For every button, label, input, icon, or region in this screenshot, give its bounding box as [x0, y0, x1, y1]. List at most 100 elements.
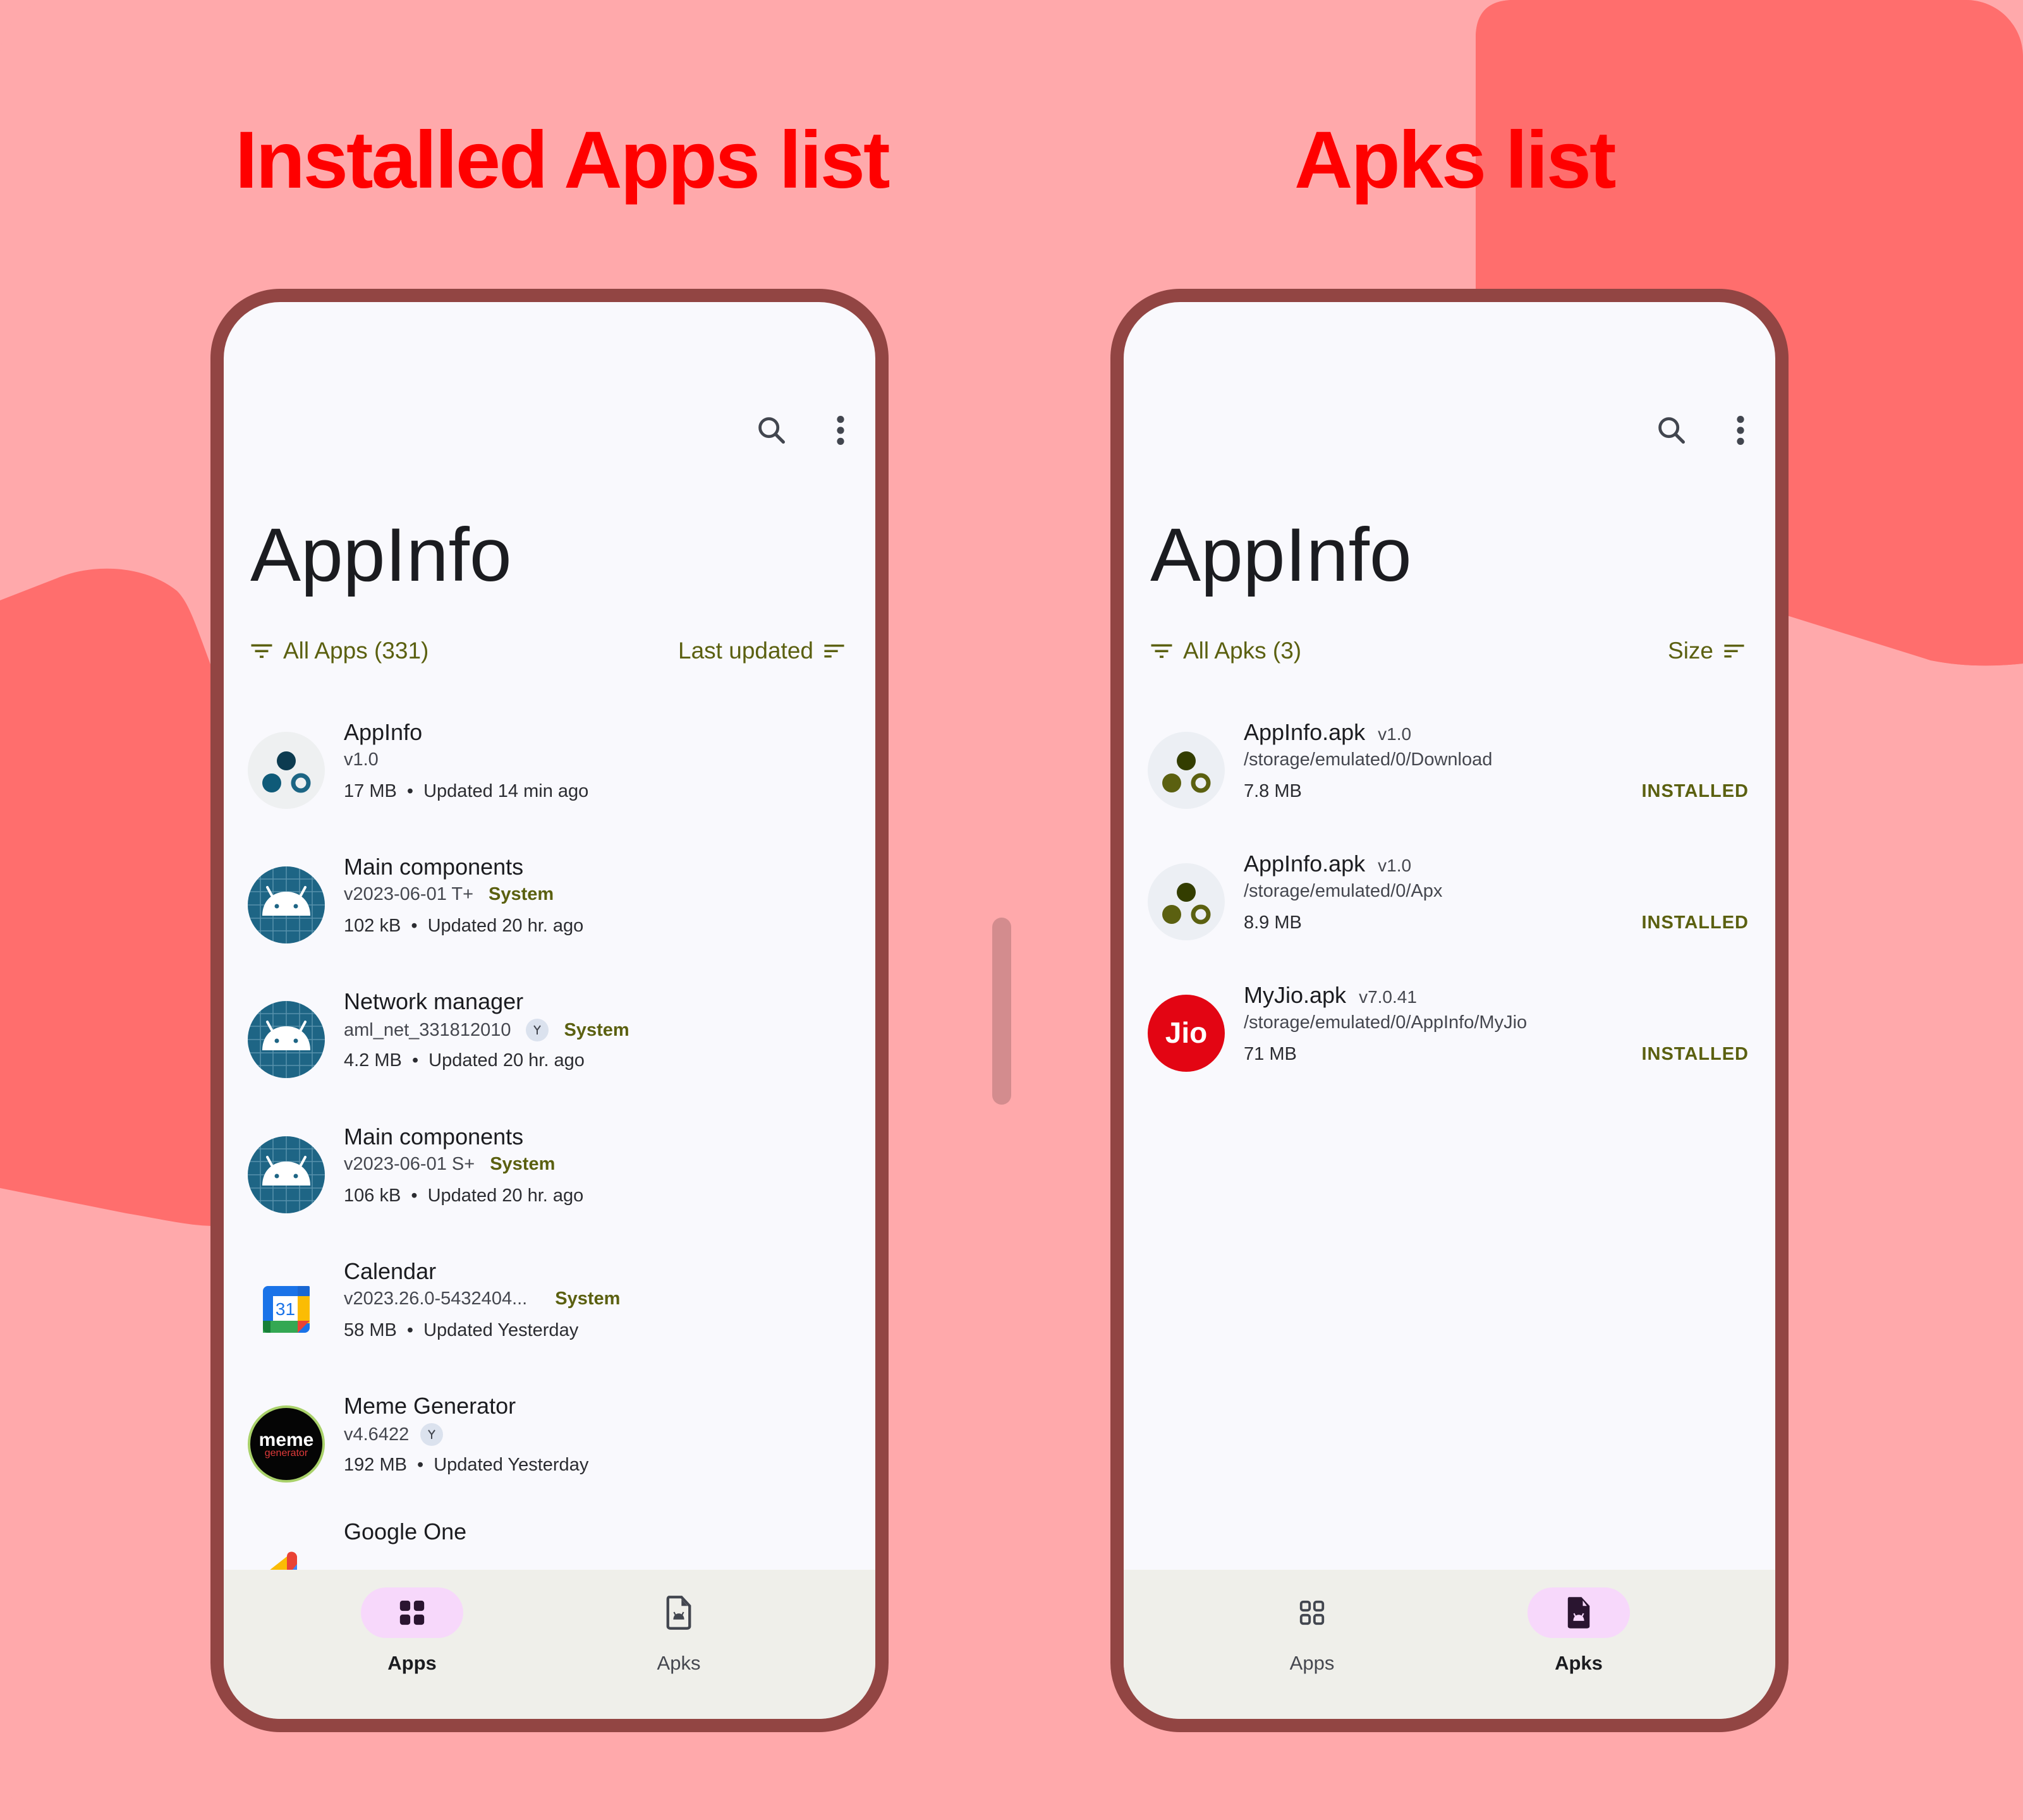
app-version: v2023-06-01 S+ [344, 1154, 475, 1174]
apk-size: 71 MB [1244, 1044, 1297, 1064]
meme-generator-icon: meme generator [248, 1405, 325, 1483]
nav-tab-apks[interactable]: Apks [1484, 1587, 1674, 1701]
sort-button[interactable]: Size [1668, 638, 1745, 664]
apk-name: AppInfo.apk [1244, 719, 1366, 745]
split-apk-badge [526, 1019, 549, 1041]
meta-separator: • [411, 1050, 419, 1071]
nav-label: Apks [657, 1652, 701, 1674]
svg-text:31: 31 [276, 1299, 295, 1319]
install-status: INSTALLED [1641, 1044, 1749, 1064]
nav-tab-apks[interactable]: Apks [584, 1587, 774, 1701]
search-icon [758, 417, 786, 444]
apk-version: v7.0.41 [1359, 987, 1417, 1007]
phone-installed-apps: AppInfo All Apps (331) Last updated AppI… [210, 289, 889, 1732]
app-updated: Updated 20 hr. ago [427, 1186, 584, 1206]
app-updated: Updated 14 min ago [423, 781, 589, 801]
android-icon [248, 1001, 325, 1078]
nav-label: Apps [1289, 1652, 1335, 1674]
app-version-line: v4.6422 [344, 1423, 444, 1446]
app-meta-line: 4.2 MB • Updated 20 hr. ago [344, 1050, 585, 1071]
app-list-item[interactable]: Network manager aml_net_331812010 System… [224, 988, 875, 1136]
nav-label: Apps [387, 1652, 437, 1674]
nav-tab-apps[interactable]: Apps [1217, 1587, 1407, 1701]
apk-list-item[interactable]: AppInfo.apk v1.0 /storage/emulated/0/Apx … [1124, 851, 1775, 998]
app-name: Main components [344, 1124, 524, 1150]
app-updated: Updated Yesterday [423, 1320, 579, 1340]
heading-apks: Apks list [1294, 115, 1616, 205]
app-meta-line: 192 MB • Updated Yesterday [344, 1455, 588, 1476]
nav-indicator [628, 1587, 730, 1638]
nav-tab-apps[interactable]: Apps [317, 1587, 507, 1701]
app-title: AppInfo [250, 513, 512, 597]
app-version: aml_net_331812010 [344, 1019, 511, 1040]
android-icon [248, 866, 325, 943]
app-meta-line: 58 MB • Updated Yesterday [344, 1320, 578, 1341]
svg-text:Jio: Jio [1165, 1016, 1207, 1049]
system-badge: System [555, 1289, 621, 1309]
bottom-navigation: Apps Apks [1124, 1570, 1775, 1719]
app-version: v2023-06-01 T+ [344, 884, 474, 904]
app-list-item[interactable]: 31 Calendar v2023.26.0-5432404... System … [224, 1258, 875, 1405]
filter-label: All Apks (3) [1183, 638, 1302, 664]
app-name: AppInfo [344, 719, 423, 745]
filter-button[interactable]: All Apps (331) [250, 638, 428, 664]
sort-label: Size [1668, 638, 1713, 664]
apk-file-icon [1567, 1597, 1590, 1629]
nav-label: Apks [1555, 1652, 1603, 1674]
meta-separator: • [411, 916, 418, 936]
more-options-button[interactable] [818, 408, 863, 452]
apk-name-line: AppInfo.apk v1.0 [1244, 851, 1411, 877]
app-size: 4.2 MB [344, 1050, 402, 1071]
apk-size: 8.9 MB [1244, 913, 1302, 933]
app-list-item[interactable]: meme generator Meme Generator v4.6422 19… [224, 1393, 875, 1540]
meta-separator: • [417, 1455, 424, 1475]
apk-list-item[interactable]: Jio MyJio.apk v7.0.41 /storage/emulated/0… [1124, 982, 1775, 1129]
search-button[interactable] [1649, 408, 1694, 452]
meta-separator: • [406, 781, 414, 801]
decorative-blob-left [0, 556, 215, 1226]
app-meta-line: 106 kB • Updated 20 hr. ago [344, 1186, 583, 1206]
filter-icon [251, 644, 272, 658]
app-updated: Updated 20 hr. ago [427, 916, 584, 936]
app-size: 106 kB [344, 1186, 401, 1206]
apps-screen: AppInfo All Apps (331) Last updated AppI… [224, 302, 875, 1719]
jio-icon: Jio [1148, 995, 1225, 1072]
app-version: v1.0 [344, 749, 379, 770]
google-calendar-icon: 31 [248, 1271, 325, 1348]
sort-button[interactable]: Last updated [678, 638, 845, 664]
system-badge: System [489, 884, 554, 904]
search-button[interactable] [750, 408, 794, 452]
apk-list-item[interactable]: AppInfo.apk v1.0 /storage/emulated/0/Down… [1124, 719, 1775, 866]
nav-indicator [1528, 1587, 1630, 1638]
svg-text:generator: generator [265, 1448, 308, 1459]
app-list-item[interactable]: AppInfo v1.0 17 MB • Updated 14 min ago [224, 719, 875, 866]
more-vert-icon [1737, 416, 1744, 445]
apk-version: v1.0 [1378, 724, 1412, 744]
sort-icon [824, 645, 844, 658]
more-options-button[interactable] [1718, 408, 1763, 452]
filter-label: All Apps (331) [283, 638, 429, 664]
split-divider-handle[interactable] [992, 918, 1011, 1105]
split-icon [428, 1429, 436, 1439]
app-list-item[interactable]: Main components v2023-06-01 T+ System 102… [224, 854, 875, 1001]
install-status: INSTALLED [1641, 913, 1749, 933]
apks-screen: AppInfo All Apks (3) Size AppInfo.apk v1… [1124, 302, 1775, 1719]
filter-icon [1151, 644, 1172, 658]
apps-grid-icon [1299, 1600, 1325, 1625]
apk-name: MyJio.apk [1244, 982, 1347, 1008]
install-status: INSTALLED [1641, 781, 1749, 801]
app-size: 102 kB [344, 916, 401, 936]
app-title: AppInfo [1150, 513, 1412, 597]
apk-version: v1.0 [1378, 856, 1412, 875]
apk-path: /storage/emulated/0/Apx [1244, 881, 1443, 901]
system-badge: System [564, 1019, 629, 1040]
app-meta-line: 102 kB • Updated 20 hr. ago [344, 916, 583, 937]
search-icon [1658, 417, 1686, 444]
app-updated: Updated 20 hr. ago [428, 1050, 585, 1071]
app-name: Meme Generator [344, 1393, 516, 1419]
split-icon [533, 1025, 542, 1034]
heading-installed-apps: Installed Apps list [235, 115, 890, 205]
app-list-item[interactable]: Main components v2023-06-01 S+ System 106… [224, 1124, 875, 1271]
apk-path: /storage/emulated/0/Download [1244, 749, 1493, 770]
filter-button[interactable]: All Apks (3) [1150, 638, 1301, 664]
